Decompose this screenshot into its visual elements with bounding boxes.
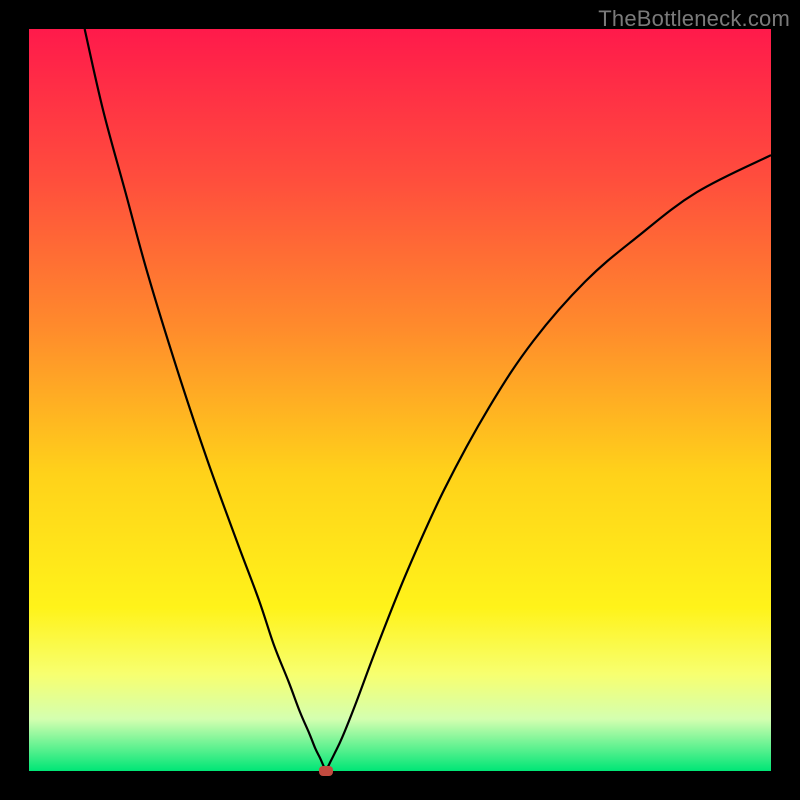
watermark-text: TheBottleneck.com [598, 6, 790, 32]
plot-area [29, 29, 771, 771]
min-marker [319, 766, 333, 776]
curve-right-segment [327, 155, 771, 769]
curve-left-segment [85, 29, 325, 770]
bottleneck-curve [29, 29, 771, 771]
